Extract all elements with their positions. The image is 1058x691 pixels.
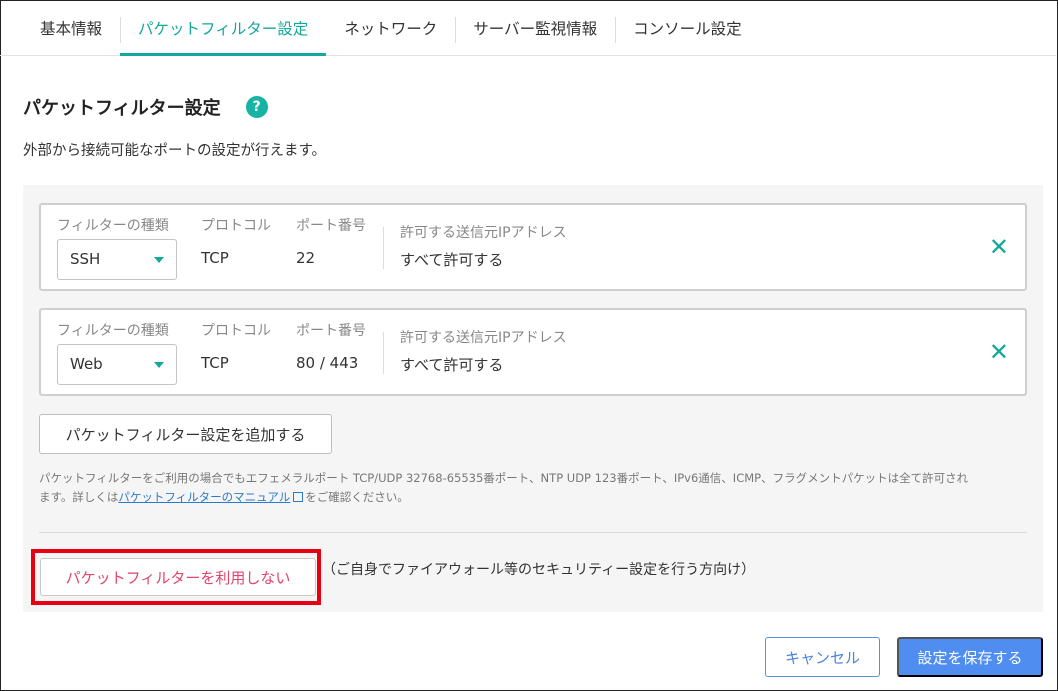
tab-network[interactable]: ネットワーク (326, 0, 455, 56)
filter-row: フィルターの種類 Web プロトコル TCP ポート番号 80 / 443 許可… (39, 308, 1027, 396)
tab-basic-info[interactable]: 基本情報 (22, 0, 120, 56)
save-settings-button[interactable]: 設定を保存する (897, 637, 1043, 677)
chevron-down-icon (154, 257, 164, 263)
disable-packet-filter-button[interactable]: パケットフィルターを利用しない (40, 558, 316, 596)
tab-console-settings[interactable]: コンソール設定 (615, 0, 760, 56)
filter-note: パケットフィルターをご利用の場合でもエフェメラルポート TCP/UDP 3276… (39, 469, 1029, 507)
protocol-label: プロトコル (201, 218, 271, 234)
page-description: 外部から接続可能なポートの設定が行えます。 (23, 143, 327, 159)
protocol-value: TCP (201, 249, 229, 267)
delete-filter-icon[interactable]: ✕ (989, 340, 1009, 364)
filter-type-select[interactable]: Web (57, 344, 177, 385)
filter-type-label: フィルターの種類 (57, 218, 169, 234)
tab-bar: 基本情報 パケットフィルター設定 ネットワーク サーバー監視情報 コンソール設定 (0, 0, 1056, 56)
cancel-button[interactable]: キャンセル (765, 637, 880, 677)
tab-server-monitoring[interactable]: サーバー監視情報 (455, 0, 615, 56)
source-ip-value: すべて許可する (400, 251, 504, 269)
disable-note: （ご自身でファイアウォール等のセキュリティー設定を行う方向け） (322, 562, 756, 578)
note-line1: パケットフィルターをご利用の場合でもエフェメラルポート TCP/UDP 3276… (39, 471, 969, 485)
section-heading: パケットフィルター設定 ? (23, 94, 268, 120)
help-icon[interactable]: ? (245, 96, 268, 118)
filter-type-value: SSH (70, 250, 101, 268)
filter-type-select[interactable]: SSH (57, 239, 177, 280)
manual-link[interactable]: パケットフィルターのマニュアル (118, 490, 290, 504)
chevron-down-icon (154, 362, 164, 368)
tab-packet-filter[interactable]: パケットフィルター設定 (120, 0, 327, 56)
protocol-label: プロトコル (201, 323, 271, 339)
page-title: パケットフィルター設定 (23, 98, 221, 119)
note-line2-prefix: ます。詳しくは (39, 490, 119, 504)
divider (39, 532, 1027, 533)
filter-type-value: Web (70, 355, 103, 373)
delete-filter-icon[interactable]: ✕ (989, 235, 1009, 259)
source-ip-value: すべて許可する (400, 356, 504, 374)
filter-row: フィルターの種類 SSH プロトコル TCP ポート番号 22 許可する送信元I… (39, 203, 1027, 291)
external-link-icon (293, 492, 304, 502)
divider (383, 227, 384, 269)
filter-type-label: フィルターの種類 (57, 323, 169, 339)
add-packet-filter-button[interactable]: パケットフィルター設定を追加する (39, 414, 332, 454)
protocol-value: TCP (201, 354, 229, 372)
filter-panel: フィルターの種類 SSH プロトコル TCP ポート番号 22 許可する送信元I… (23, 185, 1043, 612)
source-ip-label: 許可する送信元IPアドレス (400, 330, 567, 346)
note-line2-suffix: をご確認ください。 (305, 490, 409, 504)
port-label: ポート番号 (296, 218, 366, 234)
port-value: 80 / 443 (296, 354, 359, 372)
source-ip-label: 許可する送信元IPアドレス (400, 225, 567, 241)
port-value: 22 (296, 249, 316, 267)
port-label: ポート番号 (296, 323, 366, 339)
divider (383, 332, 384, 374)
